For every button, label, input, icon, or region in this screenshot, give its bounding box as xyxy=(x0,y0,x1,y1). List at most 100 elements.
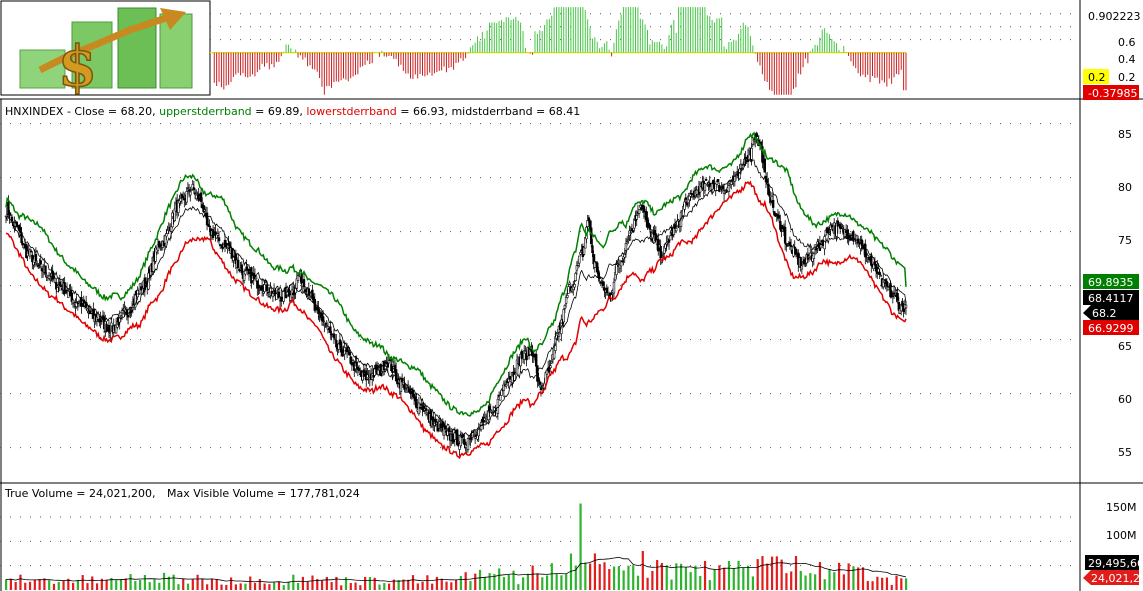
volume-bar xyxy=(799,570,802,590)
chart-canvas: $ 0.902223 0.6 0.4 0.2 0.2 -0.37985 HNXI… xyxy=(0,0,1143,591)
svg-text:$: $ xyxy=(58,34,97,100)
volume-bar xyxy=(455,579,458,590)
volume-bar xyxy=(636,575,640,590)
candle-body xyxy=(704,179,708,181)
volume-bar xyxy=(124,578,127,590)
volume-bar xyxy=(847,563,850,590)
close-badge-text: 68.2 xyxy=(1092,307,1117,320)
candle-body xyxy=(107,324,111,333)
volume-bar xyxy=(612,566,616,590)
volume-bar xyxy=(153,579,156,590)
volume-bar xyxy=(206,584,209,590)
candle-body xyxy=(163,234,167,244)
volume-bar xyxy=(311,575,314,590)
volume-bar xyxy=(43,578,46,590)
volume-bar xyxy=(91,576,94,590)
volume-bar xyxy=(751,576,755,590)
candle-body xyxy=(885,281,889,287)
upper-band-line xyxy=(5,131,907,417)
volume-bar xyxy=(632,565,635,590)
volume-bar xyxy=(407,579,410,590)
candle-body xyxy=(520,350,524,359)
candle-body xyxy=(179,197,182,202)
candle-body xyxy=(187,189,191,192)
candle-body xyxy=(575,265,579,271)
candle-body xyxy=(574,272,577,281)
volume-bar xyxy=(5,579,8,590)
candle-body xyxy=(879,274,883,277)
candle-body xyxy=(388,359,392,361)
candle-body xyxy=(783,226,787,244)
volume-bar xyxy=(876,576,879,590)
candle-body xyxy=(347,350,350,352)
candle-body xyxy=(828,232,831,235)
candle-body xyxy=(631,230,635,233)
candle-body xyxy=(819,244,823,249)
candle-body xyxy=(605,287,608,294)
candle-body xyxy=(768,191,771,197)
candle-body xyxy=(211,229,215,238)
volume-bar xyxy=(81,575,84,590)
candle-body xyxy=(590,227,593,245)
candle-body xyxy=(216,233,220,236)
volume-bar xyxy=(727,561,731,590)
logo: $ xyxy=(0,0,211,101)
candle-body xyxy=(891,295,895,297)
candle-body xyxy=(59,284,63,288)
candle-body xyxy=(616,263,619,265)
volume-bar xyxy=(895,575,898,590)
candle-body xyxy=(642,205,646,213)
volume-bar xyxy=(268,584,271,590)
volume-bar xyxy=(507,574,510,590)
candle-body xyxy=(703,183,707,192)
candle-body xyxy=(86,308,89,312)
candle-body xyxy=(275,293,278,300)
candle-body xyxy=(763,158,766,173)
volume-bar xyxy=(823,579,826,590)
candle-body xyxy=(463,439,466,445)
volume-bar xyxy=(766,563,769,590)
candle-body xyxy=(15,221,18,227)
candle-body xyxy=(615,264,618,275)
volume-bar xyxy=(502,576,506,590)
candle-body xyxy=(904,304,908,309)
volume-bar xyxy=(861,567,865,590)
candle-body xyxy=(56,287,59,293)
volume-bar xyxy=(665,565,668,590)
candle-body xyxy=(619,261,623,267)
volume-bar xyxy=(555,573,558,590)
candle-body xyxy=(418,407,422,409)
candle-body xyxy=(466,438,470,451)
candle-body xyxy=(725,191,728,193)
legend-lower-value: = 66.93, xyxy=(400,105,448,118)
osc-top-value: 0.902223 xyxy=(1088,10,1141,23)
candle-body xyxy=(886,286,890,291)
volume-bar xyxy=(383,583,386,590)
volume-bar xyxy=(842,574,845,590)
osc-tick: 0.6 xyxy=(1118,36,1136,49)
volume-bar xyxy=(790,571,793,590)
candle-body xyxy=(37,265,40,267)
candle-body xyxy=(716,179,720,182)
candle-body xyxy=(333,338,337,340)
candle-body xyxy=(507,378,510,383)
candle-body xyxy=(513,374,516,381)
legend-upper-value: = 69.89, xyxy=(255,105,303,118)
volume-bar xyxy=(761,556,764,590)
candle-body xyxy=(568,282,571,285)
volume-bar xyxy=(440,578,443,590)
candle-body xyxy=(870,255,873,266)
candle-body xyxy=(698,183,702,193)
candle-body xyxy=(578,255,581,264)
volume-bar xyxy=(680,563,683,590)
candle-body xyxy=(648,224,652,230)
candle-body xyxy=(567,286,570,294)
volume-bar xyxy=(531,565,534,590)
candle-body xyxy=(260,285,264,291)
candle-body xyxy=(562,309,565,323)
volume-bar xyxy=(359,585,362,590)
candle-body xyxy=(296,275,300,281)
volume-bar xyxy=(172,574,175,590)
volume-bar xyxy=(589,563,592,590)
candle-body xyxy=(606,293,610,296)
